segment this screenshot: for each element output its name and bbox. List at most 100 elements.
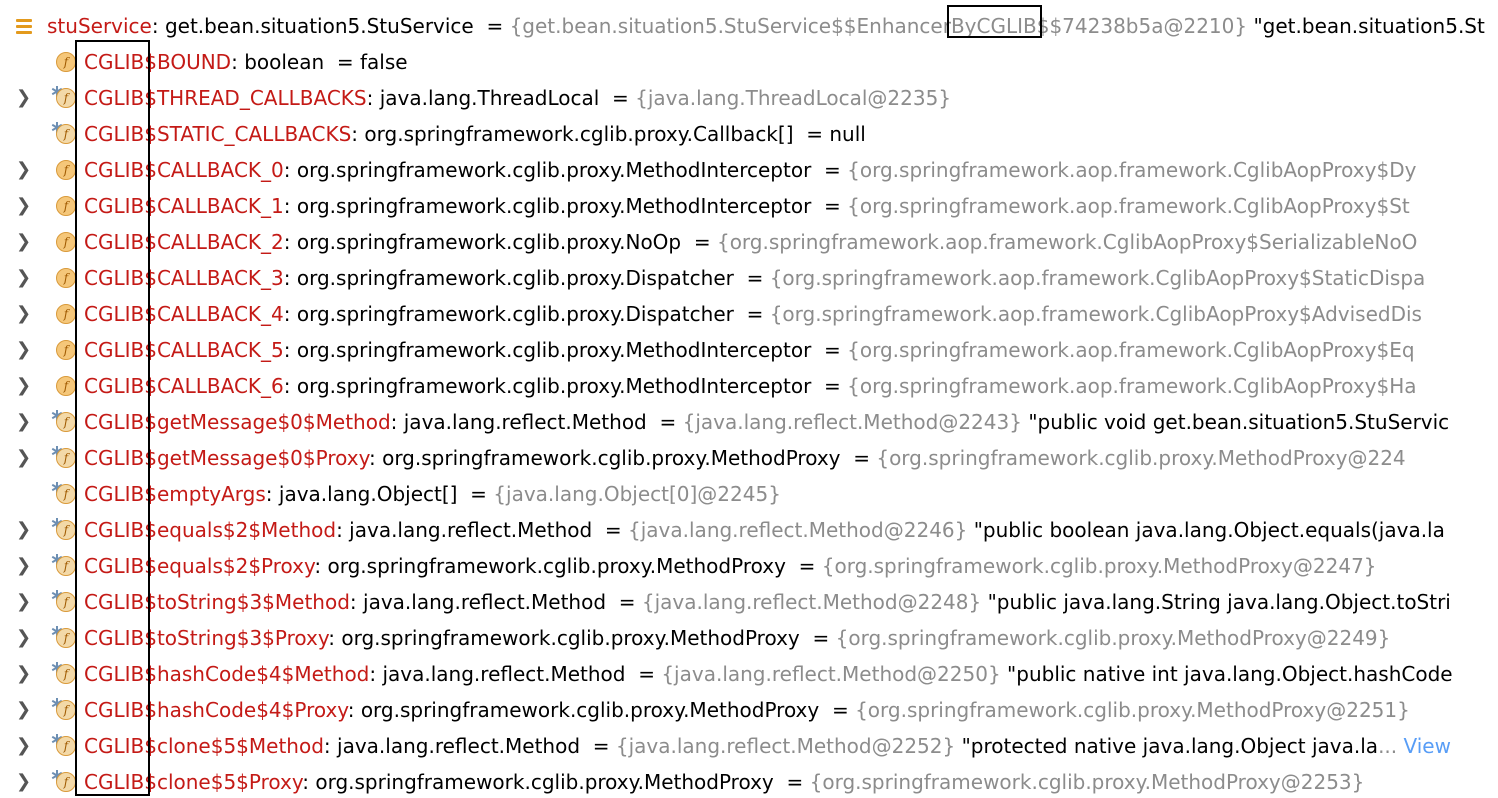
field-row[interactable]: f CGLIB$emptyArgs: java.lang.Object[] = {… bbox=[0, 476, 1498, 512]
chevron-right-icon[interactable]: ❯ bbox=[16, 224, 31, 260]
field-type: org.springframework.cglib.proxy.MethodIn… bbox=[296, 374, 812, 398]
field-value: {java.lang.reflect.Method@2252} bbox=[615, 734, 956, 758]
chevron-right-icon[interactable]: ❯ bbox=[16, 404, 31, 440]
field-name: $CALLBACK_4 bbox=[144, 302, 284, 326]
chevron-right-icon[interactable]: ❯ bbox=[16, 584, 31, 620]
equals-sign: = bbox=[599, 86, 636, 110]
field-row[interactable]: ❯ f CGLIB$getMessage$0$Proxy: org.springfr… bbox=[0, 440, 1498, 476]
field-value: {org.springframework.cglib.proxy.MethodP… bbox=[876, 446, 1406, 470]
chevron-right-icon[interactable]: ❯ bbox=[16, 692, 31, 728]
root-variable-text: stuService: get.bean.situation5.StuServi… bbox=[47, 8, 1485, 44]
field-prefix: CGLIB bbox=[84, 338, 145, 362]
field-row[interactable]: ❯ f CGLIB$CALLBACK_3: org.springframework.… bbox=[0, 260, 1498, 296]
field-text: CGLIB$CALLBACK_0: org.springframework.cg… bbox=[84, 152, 1416, 188]
field-text: CGLIB$toString$3$Proxy: org.springframew… bbox=[84, 620, 1390, 656]
type-separator: : bbox=[283, 158, 297, 182]
chevron-right-icon[interactable]: ❯ bbox=[16, 260, 31, 296]
field-value: {org.springframework.aop.framework.Cglib… bbox=[847, 194, 1410, 218]
field-row[interactable]: ❯ f CGLIB$CALLBACK_1: org.springframework.… bbox=[0, 188, 1498, 224]
field-row[interactable]: ❯ f CGLIB$toString$3$Method: java.lang.ref… bbox=[0, 584, 1498, 620]
field-row[interactable]: ❯ f CGLIB$equals$2$Method: java.lang.refle… bbox=[0, 512, 1498, 548]
field-icon: f bbox=[56, 340, 76, 360]
field-row[interactable]: ❯ f CGLIB$CALLBACK_5: org.springframework.… bbox=[0, 332, 1498, 368]
field-value: {java.lang.reflect.Method@2250} bbox=[661, 662, 1001, 686]
field-text: CGLIB$CALLBACK_4: org.springframework.cg… bbox=[84, 296, 1422, 332]
field-icon: f bbox=[51, 410, 76, 432]
field-text: CGLIB$BOUND: boolean = false bbox=[84, 44, 408, 80]
field-type: org.springframework.cglib.proxy.Callback… bbox=[364, 122, 794, 146]
field-icon: f bbox=[56, 268, 76, 288]
field-name: $CALLBACK_1 bbox=[144, 194, 284, 218]
field-name: $equals$2$Method bbox=[144, 518, 337, 542]
type-separator: : bbox=[349, 590, 364, 614]
field-row[interactable]: ❯ f CGLIB$hashCode$4$Method: java.lang.ref… bbox=[0, 656, 1498, 692]
chevron-right-icon[interactable]: ❯ bbox=[16, 332, 31, 368]
field-name: $CALLBACK_0 bbox=[144, 158, 284, 182]
type-separator: : bbox=[336, 518, 350, 542]
equals-sign: = bbox=[457, 482, 494, 506]
type-separator: : bbox=[283, 302, 297, 326]
chevron-right-icon[interactable]: ❯ bbox=[16, 728, 31, 764]
field-row[interactable]: f CGLIB$STATIC_CALLBACKS: org.springframe… bbox=[0, 116, 1498, 152]
field-text: CGLIB$THREAD_CALLBACKS: java.lang.Thread… bbox=[84, 80, 951, 116]
equals-sign: = bbox=[324, 50, 360, 74]
field-icon: f bbox=[56, 304, 76, 324]
field-row[interactable]: ❯ f CGLIB$CALLBACK_2: org.springframework.… bbox=[0, 224, 1498, 260]
chevron-right-icon[interactable]: ❯ bbox=[16, 512, 31, 548]
type-separator: : bbox=[283, 374, 297, 398]
field-icon: f bbox=[56, 376, 76, 396]
field-text: CGLIB$CALLBACK_2: org.springframework.cg… bbox=[84, 224, 1417, 260]
equals-sign: = bbox=[811, 158, 848, 182]
field-type: java.lang.reflect.Method bbox=[382, 662, 626, 686]
chevron-right-icon[interactable]: ❯ bbox=[16, 548, 31, 584]
type-separator: : bbox=[151, 14, 165, 38]
field-icon: f bbox=[51, 770, 76, 792]
field-row[interactable]: ❯ f CGLIB$CALLBACK_0: org.springframework.… bbox=[0, 152, 1498, 188]
field-prefix: CGLIB bbox=[84, 770, 145, 794]
field-type: org.springframework.cglib.proxy.MethodPr… bbox=[315, 770, 774, 794]
chevron-right-icon[interactable]: ❯ bbox=[16, 764, 31, 798]
type-separator: : bbox=[283, 230, 297, 254]
view-link[interactable]: View bbox=[1404, 734, 1451, 758]
chevron-right-icon[interactable]: ❯ bbox=[16, 296, 31, 332]
chevron-right-icon[interactable]: ❯ bbox=[16, 152, 31, 188]
field-value: {org.springframework.cglib.proxy.MethodP… bbox=[855, 698, 1410, 722]
variable-name: stuService bbox=[47, 14, 152, 38]
field-prefix: CGLIB bbox=[84, 122, 145, 146]
field-icon: f bbox=[51, 554, 76, 576]
field-row[interactable]: ❯ f CGLIB$hashCode$4$Proxy: org.springfram… bbox=[0, 692, 1498, 728]
field-text: CGLIB$clone$5$Method: java.lang.reflect.… bbox=[84, 728, 1451, 764]
chevron-right-icon[interactable]: ❯ bbox=[16, 80, 31, 116]
field-value: {org.springframework.cglib.proxy.MethodP… bbox=[821, 554, 1377, 578]
field-name: $clone$5$Proxy bbox=[144, 770, 303, 794]
field-icon: f bbox=[51, 446, 76, 468]
field-prefix: CGLIB bbox=[84, 374, 145, 398]
field-row[interactable]: ❯ f CGLIB$THREAD_CALLBACKS: java.lang.Thre… bbox=[0, 80, 1498, 116]
field-row[interactable]: ❯ f CGLIB$getMessage$0$Method: java.lang.r… bbox=[0, 404, 1498, 440]
field-row[interactable]: ❯ f CGLIB$clone$5$Method: java.lang.reflec… bbox=[0, 728, 1498, 764]
field-prefix: CGLIB bbox=[84, 158, 145, 182]
field-prefix: CGLIB bbox=[84, 194, 145, 218]
chevron-right-icon[interactable]: ❯ bbox=[16, 620, 31, 656]
chevron-right-icon[interactable]: ❯ bbox=[16, 656, 31, 692]
field-text: CGLIB$CALLBACK_3: org.springframework.cg… bbox=[84, 260, 1425, 296]
field-name: $hashCode$4$Proxy bbox=[144, 698, 348, 722]
field-name: $getMessage$0$Method bbox=[144, 410, 391, 434]
root-variable-row[interactable]: stuService: get.bean.situation5.StuServi… bbox=[0, 8, 1498, 44]
field-value: {org.springframework.aop.framework.Cglib… bbox=[716, 230, 1418, 254]
field-text: CGLIB$getMessage$0$Proxy: org.springfram… bbox=[84, 440, 1406, 476]
chevron-right-icon[interactable]: ❯ bbox=[16, 188, 31, 224]
field-value: {org.springframework.aop.framework.Cglib… bbox=[847, 338, 1415, 362]
field-row[interactable]: ❯ f CGLIB$clone$5$Proxy: org.springframewo… bbox=[0, 764, 1498, 798]
field-row[interactable]: f CGLIB$BOUND: boolean = false bbox=[0, 44, 1498, 80]
field-row[interactable]: ❯ f CGLIB$equals$2$Proxy: org.springframew… bbox=[0, 548, 1498, 584]
field-prefix: CGLIB bbox=[84, 410, 145, 434]
chevron-right-icon[interactable]: ❯ bbox=[16, 440, 31, 476]
equals-sign: = bbox=[625, 662, 662, 686]
field-row[interactable]: ❯ f CGLIB$CALLBACK_6: org.springframework.… bbox=[0, 368, 1498, 404]
chevron-right-icon[interactable]: ❯ bbox=[16, 368, 31, 404]
field-row[interactable]: ❯ f CGLIB$toString$3$Proxy: org.springfram… bbox=[0, 620, 1498, 656]
field-prefix: CGLIB bbox=[84, 86, 145, 110]
field-row[interactable]: ❯ f CGLIB$CALLBACK_4: org.springframework.… bbox=[0, 296, 1498, 332]
equals-sign: = bbox=[819, 698, 856, 722]
